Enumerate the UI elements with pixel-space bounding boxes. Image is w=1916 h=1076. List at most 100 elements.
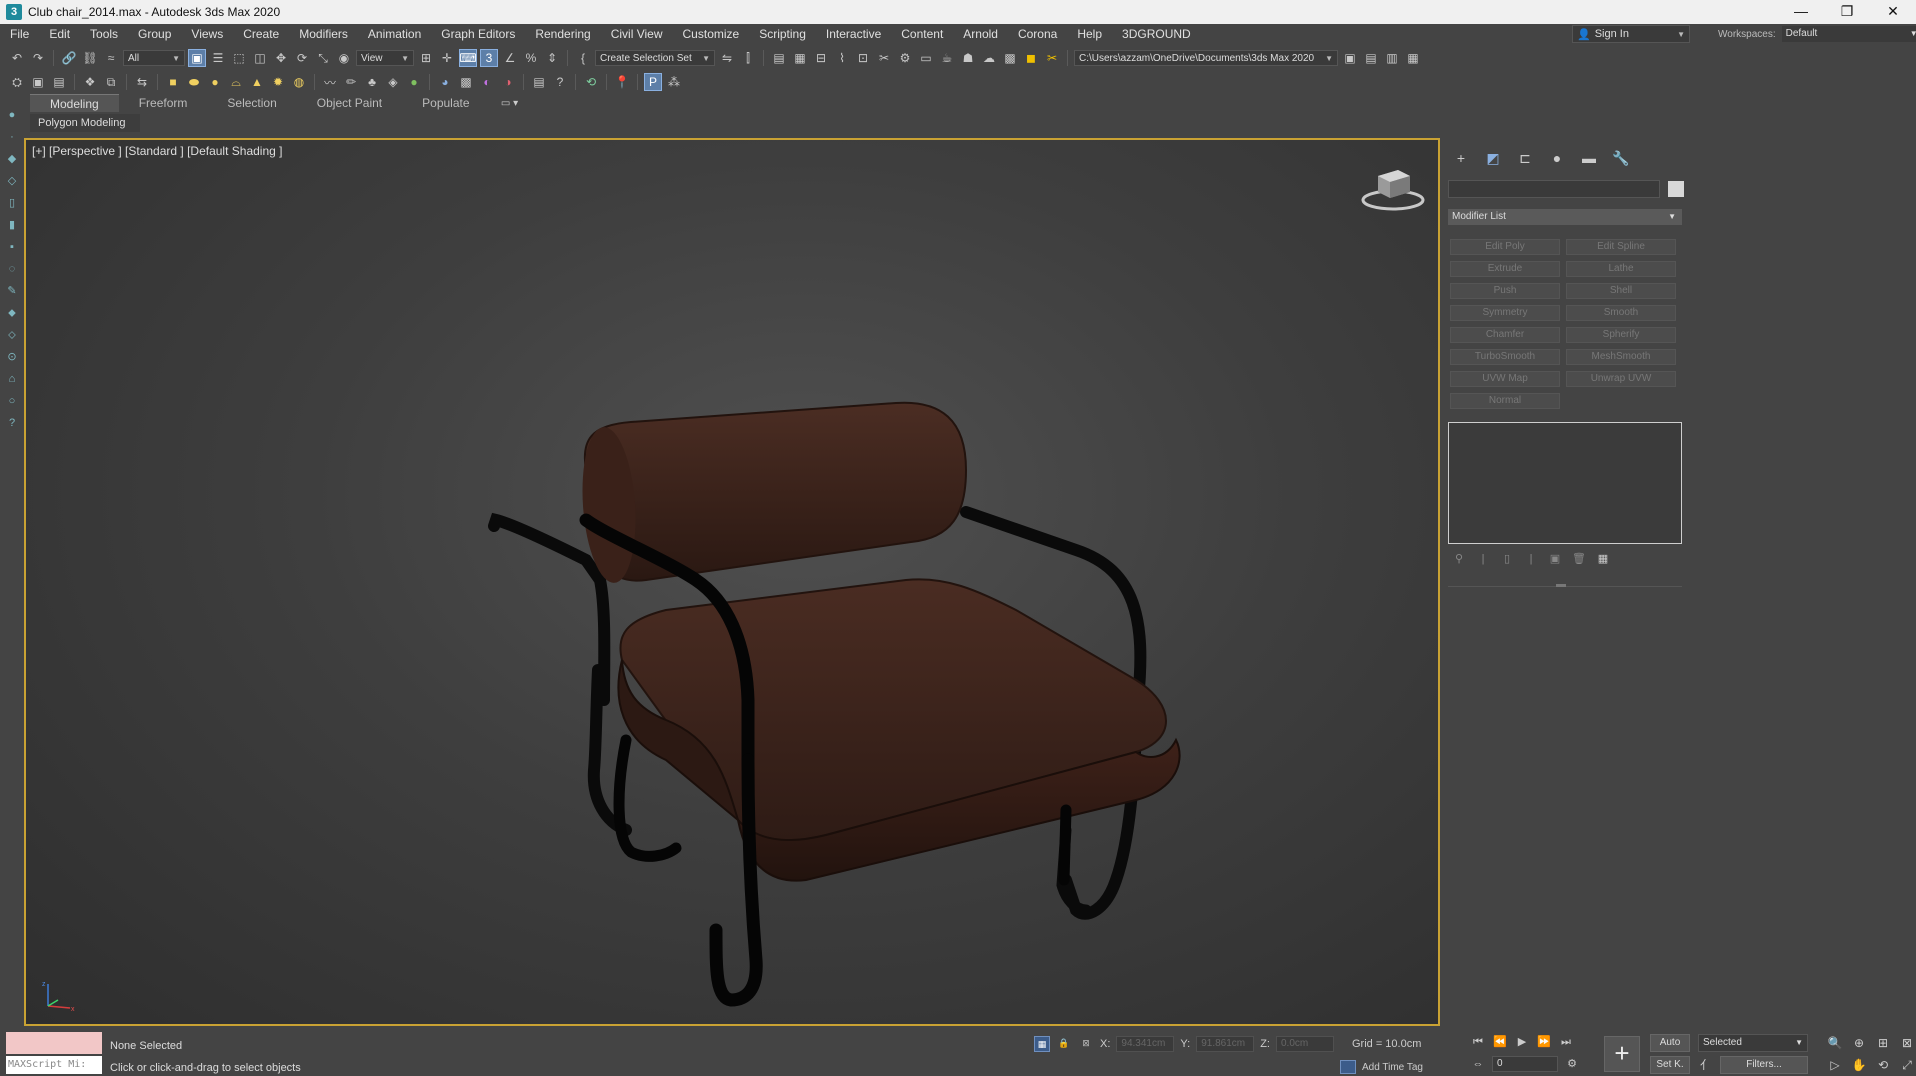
menu-scripting[interactable]: Scripting [749,24,816,44]
meshsmooth-button[interactable]: MeshSmooth [1566,349,1676,365]
configure-modifier-sets-icon[interactable]: ▦ [1596,552,1610,566]
viewcube-icon[interactable] [1358,160,1428,216]
sun-icon[interactable]: ◍ [290,73,308,91]
refresh-icon[interactable]: ⟲ [582,73,600,91]
select-strip-icon[interactable]: ▪ [0,236,24,258]
menu-help[interactable]: Help [1067,24,1112,44]
edit-poly-button[interactable]: Edit Poly [1450,239,1560,255]
link-icon[interactable]: 🔗 [60,49,78,67]
mirror-icon[interactable]: ⇋ [718,49,736,67]
info-strip-icon[interactable]: ? [0,412,24,434]
schematic-view-icon[interactable]: ⊡ [854,49,872,67]
extrude-button[interactable]: Extrude [1450,261,1560,277]
teapot-icon[interactable]: ⌓ [227,73,245,91]
container-icon[interactable]: ▣ [29,73,47,91]
zoom-all-icon[interactable]: ⊕ [1850,1034,1868,1052]
ribbon-toggle-icon[interactable]: ⊟ [812,49,830,67]
rotate-strip-icon[interactable]: ◌ [0,258,24,280]
motion-strip-icon[interactable]: ◇ [0,170,24,192]
spinner-snap-icon[interactable]: ⇕ [543,49,561,67]
modify-strip-icon[interactable]: · [0,126,24,148]
z-coordinate-field[interactable]: 0.0cm [1275,1036,1334,1052]
render-cloud-icon[interactable]: ☁ [980,49,998,67]
orbit-icon[interactable]: ⟲ [1874,1056,1892,1074]
maximize-viewport-icon[interactable]: ⤢ [1898,1056,1916,1074]
tab-selection[interactable]: Selection [207,94,296,112]
key-filters-button[interactable]: Filters... [1720,1056,1808,1074]
corona-icon[interactable]: ◼ [1022,49,1040,67]
selection-filter-dropdown[interactable]: All ▼ [123,50,185,66]
polygon-modeling-panel[interactable]: Polygon Modeling [30,114,140,132]
current-frame-field[interactable]: 0 [1492,1056,1558,1072]
time-configuration-icon[interactable]: ⚙ [1564,1056,1580,1072]
modifier-stack[interactable] [1448,422,1682,544]
select-object-icon[interactable]: ▣ [188,49,206,67]
render-setup-icon[interactable]: ⚙ [896,49,914,67]
display-tab-icon[interactable]: ▬ [1578,148,1600,168]
scene-strip-icon[interactable]: ⬦ [0,324,24,346]
menu-tools[interactable]: Tools [80,24,128,44]
sign-in-dropdown[interactable]: 👤 Sign In ▼ [1572,25,1690,43]
loop-strip-icon[interactable]: ○ [0,390,24,412]
helper-icon[interactable]: ♣ [363,73,381,91]
reference-coordinate-dropdown[interactable]: View ▼ [356,50,414,66]
tool-strip-icon[interactable]: ⬥ [0,302,24,324]
utilities-tab-icon[interactable]: 🔧 [1610,148,1632,168]
workspaces-dropdown[interactable]: Default ▼ [1781,26,1916,42]
render-icon[interactable]: ☕ [938,49,956,67]
go-to-end-icon[interactable]: ⏭ [1558,1034,1574,1050]
rectangular-selection-icon[interactable]: ⬚ [230,49,248,67]
material-sphere-icon[interactable]: ◕ [436,73,454,91]
layer-strip-icon[interactable]: ⌂ [0,368,24,390]
link-tool-icon[interactable]: ⇆ [133,73,151,91]
tab-modeling[interactable]: Modeling [30,94,119,112]
perspective-viewport[interactable]: [+] [Perspective ] [Standard ] [Default … [24,138,1440,1026]
placement-icon[interactable]: ◉ [335,49,353,67]
menu-file[interactable]: File [0,24,39,44]
minimize-button[interactable]: — [1778,0,1824,24]
layer-explorer-icon[interactable]: ▦ [791,49,809,67]
object-color-swatch[interactable] [1668,181,1684,197]
pivot-center-icon[interactable]: ⊞ [417,49,435,67]
rotate-icon[interactable]: ⟳ [293,49,311,67]
select-by-name-icon[interactable]: ☰ [209,49,227,67]
smooth-button[interactable]: Smooth [1566,305,1676,321]
set-key-button[interactable]: Set K. [1650,1056,1690,1074]
extras-icon[interactable]: ⁂ [665,73,683,91]
undo-icon[interactable]: ↶ [8,49,26,67]
show-end-result-icon[interactable]: | [1476,552,1490,566]
close-button[interactable]: ✕ [1870,0,1916,24]
menu-animation[interactable]: Animation [358,24,431,44]
symmetry-button[interactable]: Symmetry [1450,305,1560,321]
plugin-icon[interactable]: P [644,73,662,91]
frame-buffer-icon[interactable]: ▤ [530,73,548,91]
menu-group[interactable]: Group [128,24,181,44]
scale-icon[interactable]: ⤡ [314,49,332,67]
delete-modifier-icon[interactable]: ▣ [1548,552,1562,566]
create-tab-icon[interactable]: + [1450,148,1472,168]
material-editor-slate-icon[interactable]: ◐ [478,73,496,91]
menu-views[interactable]: Views [181,24,233,44]
lathe-button[interactable]: Lathe [1566,261,1676,277]
scene-icon[interactable]: ⛭ [8,73,26,91]
zoom-extents-icon[interactable]: ⊞ [1874,1034,1892,1052]
motion-tab-icon[interactable]: ● [1546,148,1568,168]
restore-button[interactable]: ❐ [1824,0,1870,24]
menu-modifiers[interactable]: Modifiers [289,24,358,44]
box-primitive-icon[interactable]: ■ [164,73,182,91]
zoom-icon[interactable]: 🔍 [1826,1034,1844,1052]
cone-icon[interactable]: ▲ [248,73,266,91]
material-grid-icon[interactable]: ▩ [457,73,475,91]
render-production-icon[interactable]: ☗ [959,49,977,67]
normal-button[interactable]: Normal [1450,393,1560,409]
next-frame-icon[interactable]: ⏩ [1536,1034,1552,1050]
pin-stack-icon[interactable]: ⚲ [1452,552,1466,566]
tab-freeform[interactable]: Freeform [119,94,208,112]
play-icon[interactable]: ▶ [1514,1034,1530,1050]
menu-3dground[interactable]: 3DGROUND [1112,24,1201,44]
menu-rendering[interactable]: Rendering [525,24,600,44]
key-mode-toggle-icon[interactable]: ⇔ [1470,1056,1486,1072]
percent-snap-icon[interactable]: % [522,49,540,67]
maxscript-mini-listener[interactable]: MAXScript Mi: [6,1056,102,1074]
modify-tab-icon[interactable]: ◩ [1482,148,1504,168]
